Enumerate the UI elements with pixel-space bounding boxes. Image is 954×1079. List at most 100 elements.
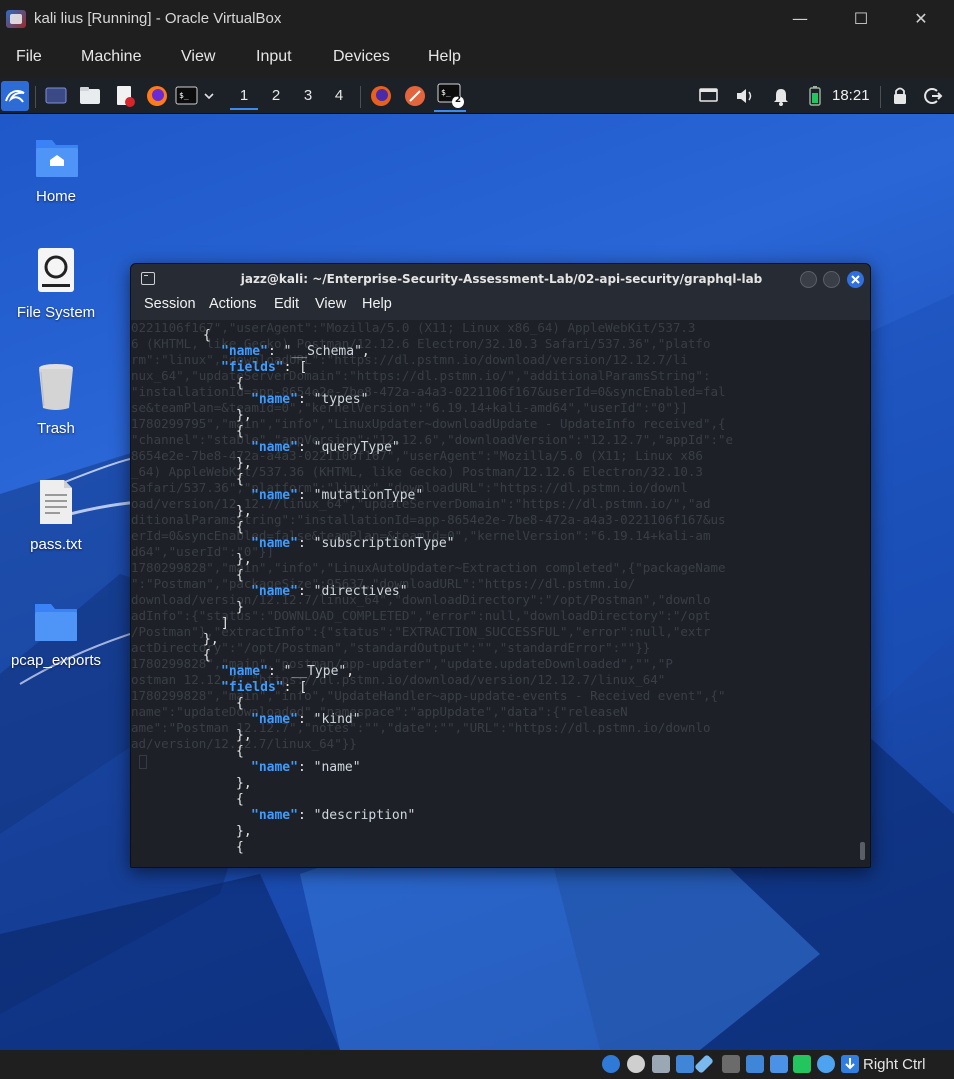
terminal-titlebar[interactable]: jazz@kali: ~/Enterprise-Security-Assessm… [131,264,870,294]
burpsuite-icon[interactable] [403,83,427,109]
terminal-output[interactable]: 0221106f167","userAgent":"Mozilla/5.0 (X… [131,320,870,867]
json-line: "fields": [ [221,360,307,376]
menu-devices[interactable]: Devices [333,48,390,66]
panel-separator [360,86,361,108]
vbox-statusbar: Right Ctrl [0,1050,954,1079]
json-line: ] [221,616,229,632]
optical-drive-icon[interactable] [627,1055,645,1073]
terminal-maximize-button[interactable] [823,271,840,288]
json-line: "name": "kind" [251,712,361,728]
panel-separator [35,86,36,108]
json-line: }, [236,552,252,568]
json-value: "types" [313,392,369,407]
menu-help[interactable]: Help [428,48,461,66]
menu-input[interactable]: Input [256,48,292,66]
desktop-icon-pass-txt[interactable]: pass.txt [8,480,104,560]
json-line: { [236,792,244,808]
firefox-icon[interactable] [145,83,169,109]
maximize-button[interactable]: ☐ [838,4,884,34]
menu-machine[interactable]: Machine [81,48,141,66]
desktop-icon-pcap-exports[interactable]: pcap_exports [8,596,104,676]
text-file-icon [40,480,72,524]
terminal-close-button[interactable] [847,271,864,288]
json-line: }, [236,728,252,744]
display-icon[interactable] [698,83,720,109]
json-line: { [236,840,244,856]
kali-menu-icon[interactable] [1,81,29,111]
terminal-menubar: Session Actions Edit View Help [131,294,870,320]
shared-folders-icon[interactable] [722,1055,740,1073]
terminal-minimize-button[interactable] [800,271,817,288]
workspace-4[interactable]: 4 [325,84,353,110]
json-colon: : [297,488,314,503]
close-button[interactable]: ✕ [898,4,944,34]
json-key: "name" [221,344,268,359]
network-icon[interactable] [676,1055,694,1073]
json-value: "queryType" [313,440,400,455]
file-manager-icon[interactable] [78,83,102,109]
audio-icon[interactable] [652,1055,670,1073]
hard-disk-icon[interactable] [602,1055,620,1073]
minimize-button[interactable]: — [777,4,823,34]
terminal-menu-edit[interactable]: Edit [274,296,299,312]
terminal-menu-session[interactable]: Session [144,296,196,312]
desktop-icon-file-system[interactable]: File System [8,248,104,328]
volume-icon[interactable] [734,83,756,109]
terminal-window[interactable]: jazz@kali: ~/Enterprise-Security-Assessm… [130,263,871,868]
terminal-menu-actions[interactable]: Actions [209,296,257,312]
json-punctuation: , [346,664,355,679]
lock-screen-icon[interactable] [890,83,910,109]
json-value: "name" [313,760,361,775]
trash-icon [39,364,73,410]
json-line: { [236,520,244,536]
desktop-icon-trash[interactable]: Trash [8,364,104,444]
json-line: }, [236,824,252,840]
vbox-menubar: File Machine View Input Devices Help [0,38,954,78]
json-colon: : [283,680,300,695]
json-line: "name": "subscriptionType" [251,536,455,552]
show-desktop-icon[interactable] [44,83,68,109]
json-bracket: }, [236,776,252,791]
json-colon: : [297,712,314,727]
terminal-scrollbar[interactable] [860,842,865,860]
json-bracket: { [236,744,244,759]
workspace-1[interactable]: 1 [230,84,258,110]
json-key: "name" [251,440,298,455]
recording-icon[interactable] [770,1055,788,1073]
json-line: { [236,472,244,488]
json-line: } [236,600,244,616]
notification-bell-icon[interactable] [770,83,792,109]
json-bracket: ] [221,616,229,631]
firefox-window-icon[interactable] [369,83,393,109]
json-key: "name" [251,488,298,503]
json-key: "name" [251,808,298,823]
host-key-label: Right Ctrl [863,1056,926,1073]
terminal-count-badge: 2 [454,95,462,105]
text-editor-icon[interactable] [112,83,136,109]
terminal-window-icon[interactable]: $_ 2 [434,81,466,112]
terminal-menu-view[interactable]: View [315,296,346,312]
desktop-icon-label: File System [16,304,96,321]
json-line: "name": "queryType" [251,440,400,456]
terminal-launcher-icon[interactable]: $_ [175,83,199,109]
menu-file[interactable]: File [16,48,42,66]
json-bracket: { [236,424,244,439]
chevron-down-icon[interactable] [202,83,216,109]
usb-icon[interactable] [694,1054,714,1074]
cpu-activity-icon[interactable] [793,1055,811,1073]
menu-view[interactable]: View [181,48,215,66]
json-line: }, [203,632,219,648]
workspace-3[interactable]: 3 [294,84,322,110]
json-key: "name" [221,664,268,679]
mouse-integration-icon[interactable] [817,1055,835,1073]
json-line: { [203,648,211,664]
desktop-icon-home[interactable]: Home [8,132,104,212]
svg-text:$_: $_ [441,88,451,97]
terminal-menu-help[interactable]: Help [362,296,392,312]
workspace-2[interactable]: 2 [262,84,290,110]
battery-icon[interactable] [806,83,824,109]
panel-clock[interactable]: 18:21 [832,87,870,104]
keyboard-capture-icon[interactable] [841,1055,859,1073]
display-settings-icon[interactable] [746,1055,764,1073]
logout-icon[interactable] [922,83,944,109]
